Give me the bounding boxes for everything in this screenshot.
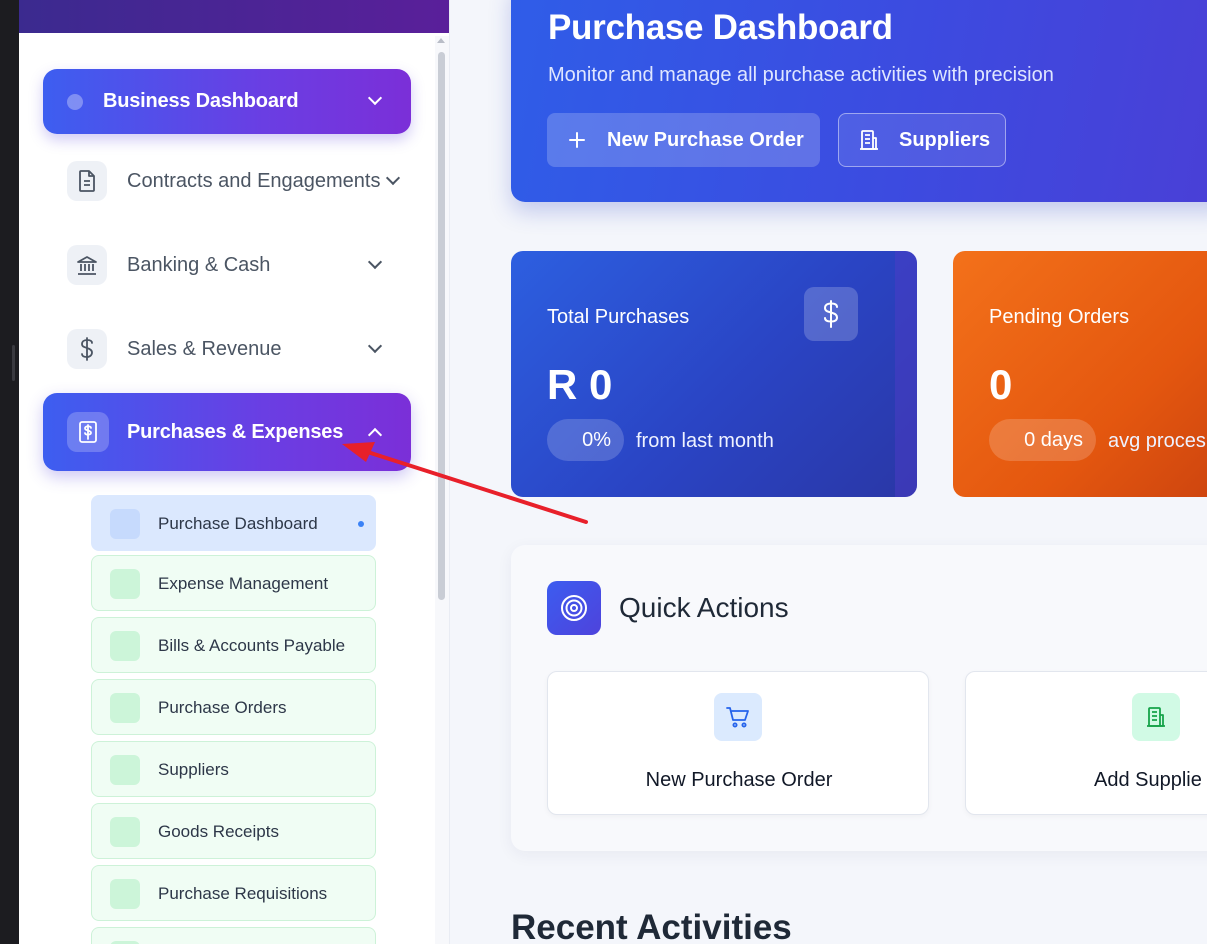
submenu-icon xyxy=(110,631,140,661)
sidebar-item-banking[interactable]: Banking & Cash xyxy=(43,235,411,295)
suppliers-button[interactable]: Suppliers xyxy=(838,113,1006,167)
document-icon xyxy=(67,161,107,201)
window-edge xyxy=(0,0,19,944)
button-label: New Purchase Order xyxy=(607,128,804,151)
section-title: Quick Actions xyxy=(619,592,789,623)
dollar-icon xyxy=(67,329,107,369)
target-icon xyxy=(547,581,601,635)
page-title: Purchase Dashboard xyxy=(548,8,893,47)
submenu-item-label: Purchase Dashboard xyxy=(158,514,318,533)
active-indicator-dot xyxy=(358,521,364,527)
submenu-item-label: Bills & Accounts Payable xyxy=(158,636,346,655)
submenu-item-label: Purchase Requisitions xyxy=(158,884,328,903)
receipt-dollar-icon xyxy=(67,412,109,452)
submenu-item-expense-management[interactable]: Expense Management xyxy=(91,555,376,611)
page-header: Purchase Dashboard Monitor and manage al… xyxy=(511,0,1207,202)
submenu-item-label: Expense Management xyxy=(158,574,329,593)
cart-icon xyxy=(714,693,762,741)
quick-action-label: New Purchase Order xyxy=(645,769,833,791)
resize-handle[interactable] xyxy=(12,345,15,381)
quick-action-label: Add Supplie xyxy=(1094,769,1202,791)
submenu-icon xyxy=(110,817,140,847)
quick-actions-panel: Quick Actions New Purchase Order Add Sup… xyxy=(511,545,1207,851)
building-icon xyxy=(1132,693,1180,741)
sidebar-item-business-dashboard[interactable]: Business Dashboard xyxy=(43,69,411,134)
chevron-down-icon xyxy=(367,254,383,270)
submenu-item-label: Goods Receipts xyxy=(158,822,279,841)
submenu-icon xyxy=(110,569,140,599)
page-subtitle: Monitor and manage all purchase activiti… xyxy=(548,64,1054,86)
chevron-down-icon xyxy=(367,338,383,354)
building-icon xyxy=(839,129,899,151)
total-purchases-card: Total Purchases R 0 0% from last month xyxy=(511,251,917,497)
bank-icon xyxy=(67,245,107,285)
card-edge-shade xyxy=(895,251,917,497)
submenu-item-label: Purchase Orders xyxy=(158,698,287,717)
change-badge: 0% xyxy=(547,419,624,461)
dollar-icon xyxy=(804,287,858,341)
sidebar-item-sales[interactable]: Sales & Revenue xyxy=(43,319,411,379)
quick-action-new-purchase-order[interactable]: New Purchase Order xyxy=(547,671,929,815)
stat-label: Pending Orders xyxy=(989,306,1130,328)
new-purchase-order-button[interactable]: New Purchase Order xyxy=(547,113,820,167)
submenu-icon xyxy=(110,879,140,909)
chevron-down-icon xyxy=(385,170,401,186)
change-badge: 0 days xyxy=(989,419,1096,461)
stat-note: from last month xyxy=(636,430,774,452)
button-label: Suppliers xyxy=(899,128,991,151)
chevron-down-icon xyxy=(367,90,383,106)
submenu-item-purchase-dashboard[interactable]: Purchase Dashboard xyxy=(91,495,376,551)
circle-dot-icon xyxy=(67,94,83,110)
submenu-item-suppliers[interactable]: Suppliers xyxy=(91,741,376,797)
pending-orders-card: Pending Orders 0 0 days avg proces xyxy=(953,251,1207,497)
submenu-icon xyxy=(110,755,140,785)
recent-activities-title: Recent Activities xyxy=(511,908,792,944)
stat-label: Total Purchases xyxy=(547,306,690,328)
sidebar-item-label: Banking & Cash xyxy=(127,254,271,276)
submenu-item-partial[interactable] xyxy=(91,927,376,944)
stat-note: avg proces xyxy=(1108,430,1206,452)
submenu-item-purchase-orders[interactable]: Purchase Orders xyxy=(91,679,376,735)
submenu-item-label: Suppliers xyxy=(158,760,229,779)
stat-value: R 0 xyxy=(547,361,613,408)
plus-icon xyxy=(547,131,607,149)
sidebar-item-purchases[interactable]: Purchases & Expenses xyxy=(43,393,411,471)
chevron-up-icon xyxy=(367,427,383,443)
submenu-item-bills[interactable]: Bills & Accounts Payable xyxy=(91,617,376,673)
sidebar-item-label: Contracts and Engagements xyxy=(127,170,381,192)
sidebar: Business Dashboard Contracts and Engagem… xyxy=(19,0,450,944)
submenu-icon xyxy=(110,509,140,539)
sidebar-item-label: Purchases & Expenses xyxy=(127,421,344,443)
submenu-icon xyxy=(110,693,140,723)
sidebar-header-band xyxy=(19,0,449,33)
sidebar-item-label: Business Dashboard xyxy=(103,90,299,112)
submenu-item-goods-receipts[interactable]: Goods Receipts xyxy=(91,803,376,859)
stat-value: 0 xyxy=(989,361,1013,408)
sidebar-scroll-thumb[interactable] xyxy=(438,52,445,600)
quick-action-add-supplier[interactable]: Add Supplie xyxy=(965,671,1207,815)
submenu-item-purchase-requisitions[interactable]: Purchase Requisitions xyxy=(91,865,376,921)
sidebar-item-label: Sales & Revenue xyxy=(127,338,282,360)
scroll-up-arrow-icon[interactable] xyxy=(437,38,445,43)
sidebar-item-contracts[interactable]: Contracts and Engagements xyxy=(43,151,411,211)
